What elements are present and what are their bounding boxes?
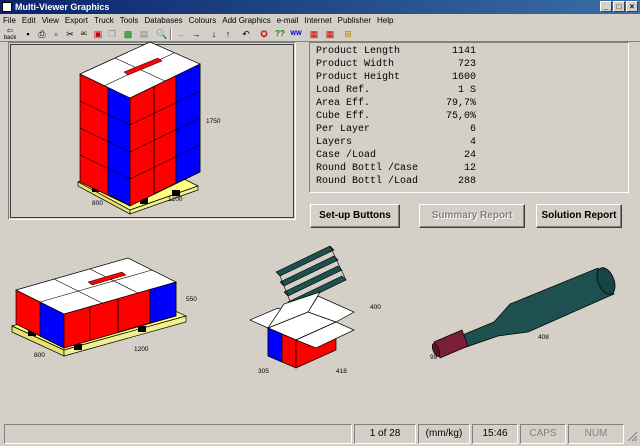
status-caps: CAPS [520,424,566,444]
status-message [4,424,352,444]
resize-grip-icon[interactable] [626,430,638,442]
status-page: 1 of 28 [354,424,416,444]
status-num: NUM [568,424,624,444]
bottle-length-label: 408 [538,334,549,341]
status-time: 15:46 [472,424,518,444]
status-bar: 1 of 28 (mm/kg) 15:46 CAPS NUM [0,422,640,446]
status-units: (mm/kg) [418,424,470,444]
bottle-diameter-label: 99 [430,354,438,361]
bottle-drawing[interactable] [0,0,640,446]
